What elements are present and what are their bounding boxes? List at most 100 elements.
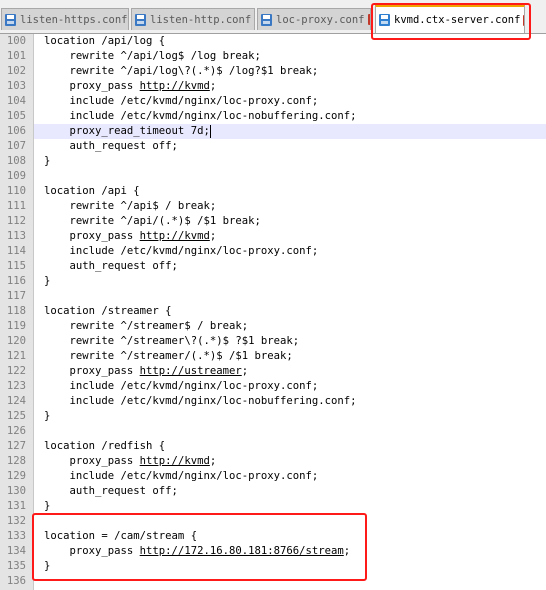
code-text: auth_request off; — [44, 485, 178, 497]
line-code: rewrite ^/api/log$ /log break; — [44, 49, 261, 64]
code-url[interactable]: http://ustreamer — [140, 365, 242, 377]
line-number: 130 — [6, 485, 26, 497]
line-code: proxy_pass http://kvmd; — [44, 229, 217, 244]
line-number: 101 — [6, 50, 26, 62]
code-line: 125} — [0, 409, 546, 424]
code-text: } — [44, 155, 51, 167]
line-code: } — [44, 274, 50, 289]
tab-listen-https[interactable]: listen-https.conf × — [1, 8, 129, 30]
code-text: ; — [209, 455, 217, 467]
code-text: rewrite ^/api/log\?(.*)$ /log?$1 break; — [44, 65, 319, 77]
code-line: 131} — [0, 499, 546, 514]
code-line: 132 — [0, 514, 546, 529]
code-line: 116} — [0, 274, 546, 289]
file-icon — [379, 14, 390, 26]
code-line: 136 — [0, 574, 546, 589]
line-code: proxy_pass http://kvmd; — [44, 454, 217, 469]
line-code: include /etc/kvmd/nginx/loc-nobuffering.… — [44, 109, 357, 124]
tab-label: kvmd.ctx-server.conf — [394, 14, 521, 26]
tab-loc-proxy[interactable]: loc-proxy.conf × — [257, 8, 371, 30]
code-text: rewrite ^/streamer/(.*)$ /$1 break; — [44, 350, 293, 362]
tab-kvmd-ctx-server[interactable]: kvmd.ctx-server.conf × — [375, 5, 525, 33]
line-code: rewrite ^/streamer/(.*)$ /$1 break; — [44, 349, 293, 364]
code-line: 101 rewrite ^/api/log$ /log break; — [0, 49, 546, 64]
line-number: 132 — [6, 515, 26, 527]
code-text: include /etc/kvmd/nginx/loc-proxy.conf; — [44, 380, 319, 392]
line-number: 108 — [6, 155, 26, 167]
line-number: 106 — [6, 125, 26, 137]
code-editor[interactable]: 100 location /api/log {101 rewrite ^/api/… — [0, 34, 546, 590]
line-code: proxy_pass http://kvmd; — [44, 79, 217, 94]
code-text: include /etc/kvmd/nginx/loc-nobuffering.… — [44, 395, 357, 407]
code-text: ; — [209, 80, 217, 92]
code-text: location /streamer { — [44, 305, 172, 317]
line-code: rewrite ^/api$ / break; — [44, 199, 217, 214]
line-number: 118 — [6, 305, 26, 317]
code-line: 107 auth_request off; — [0, 139, 546, 154]
code-text: proxy_pass — [44, 365, 140, 377]
line-code: include /etc/kvmd/nginx/loc-proxy.conf; — [44, 379, 319, 394]
code-line: 115 auth_request off; — [0, 259, 546, 274]
line-number: 110 — [6, 185, 26, 197]
line-number: 127 — [6, 440, 26, 452]
line-code: rewrite ^/api/log\?(.*)$ /log?$1 break; — [44, 64, 319, 79]
line-number: 105 — [6, 110, 26, 122]
tab-label: listen-http.conf — [150, 13, 252, 26]
code-text: auth_request off; — [44, 260, 178, 272]
line-number: 134 — [6, 545, 26, 557]
code-line: 121 rewrite ^/streamer/(.*)$ /$1 break; — [0, 349, 546, 364]
line-number: 123 — [6, 380, 26, 392]
code-line: 126 — [0, 424, 546, 439]
line-number: 122 — [6, 365, 26, 377]
code-line: 133 location = /cam/stream { — [0, 529, 546, 544]
line-number: 133 — [6, 530, 26, 542]
line-code: } — [44, 154, 50, 169]
code-text: location = /cam/stream { — [44, 530, 198, 542]
code-line: 119 rewrite ^/streamer$ / break; — [0, 319, 546, 334]
tab-label: loc-proxy.conf — [276, 13, 365, 26]
code-line: 112 rewrite ^/api/(.*)$ /$1 break; — [0, 214, 546, 229]
code-line: 110 location /api { — [0, 184, 546, 199]
file-icon — [135, 13, 146, 26]
code-text: proxy_pass — [44, 455, 140, 467]
code-text: include /etc/kvmd/nginx/loc-nobuffering.… — [44, 110, 357, 122]
line-number: 126 — [6, 425, 26, 437]
line-number: 115 — [6, 260, 26, 272]
line-number: 135 — [6, 560, 26, 572]
close-icon[interactable]: × — [254, 14, 255, 25]
close-icon[interactable]: × — [523, 14, 524, 26]
code-line: 123 include /etc/kvmd/nginx/loc-proxy.co… — [0, 379, 546, 394]
line-number: 111 — [6, 200, 26, 212]
code-line: 113 proxy_pass http://kvmd; — [0, 229, 546, 244]
close-icon[interactable]: × — [367, 14, 370, 25]
line-code: } — [44, 499, 50, 514]
line-code: rewrite ^/api/(.*)$ /$1 break; — [44, 214, 261, 229]
code-text: } — [44, 410, 51, 422]
tab-listen-http[interactable]: listen-http.conf × — [131, 8, 255, 30]
code-text: rewrite ^/api/(.*)$ /$1 break; — [44, 215, 261, 227]
line-number: 102 — [6, 65, 26, 77]
line-number: 109 — [6, 170, 26, 182]
line-number: 128 — [6, 455, 26, 467]
line-number: 112 — [6, 215, 26, 227]
line-code: include /etc/kvmd/nginx/loc-nobuffering.… — [44, 394, 357, 409]
line-code: include /etc/kvmd/nginx/loc-proxy.conf; — [44, 94, 319, 109]
line-number: 114 — [6, 245, 26, 257]
line-code: location /api { — [44, 184, 140, 199]
code-url[interactable]: http://kvmd — [140, 230, 210, 242]
tab-label: listen-https.conf — [20, 13, 128, 26]
line-code: include /etc/kvmd/nginx/loc-proxy.conf; — [44, 244, 319, 259]
code-text: location /api/log { — [44, 35, 166, 47]
line-code: rewrite ^/streamer\?(.*)$ ?$1 break; — [44, 334, 300, 349]
line-code: proxy_pass http://172.16.80.181:8766/str… — [44, 544, 351, 559]
code-text: location /redfish { — [44, 440, 166, 452]
code-url[interactable]: http://172.16.80.181:8766/stream — [140, 545, 344, 557]
line-code: location /redfish { — [44, 439, 165, 454]
code-text: include /etc/kvmd/nginx/loc-proxy.conf; — [44, 245, 319, 257]
code-text: include /etc/kvmd/nginx/loc-proxy.conf; — [44, 470, 319, 482]
code-url[interactable]: http://kvmd — [140, 455, 210, 467]
code-line: 106 proxy_read_timeout 7d; — [0, 124, 546, 139]
line-number: 119 — [6, 320, 26, 332]
line-number: 136 — [6, 575, 26, 587]
code-url[interactable]: http://kvmd — [140, 80, 210, 92]
